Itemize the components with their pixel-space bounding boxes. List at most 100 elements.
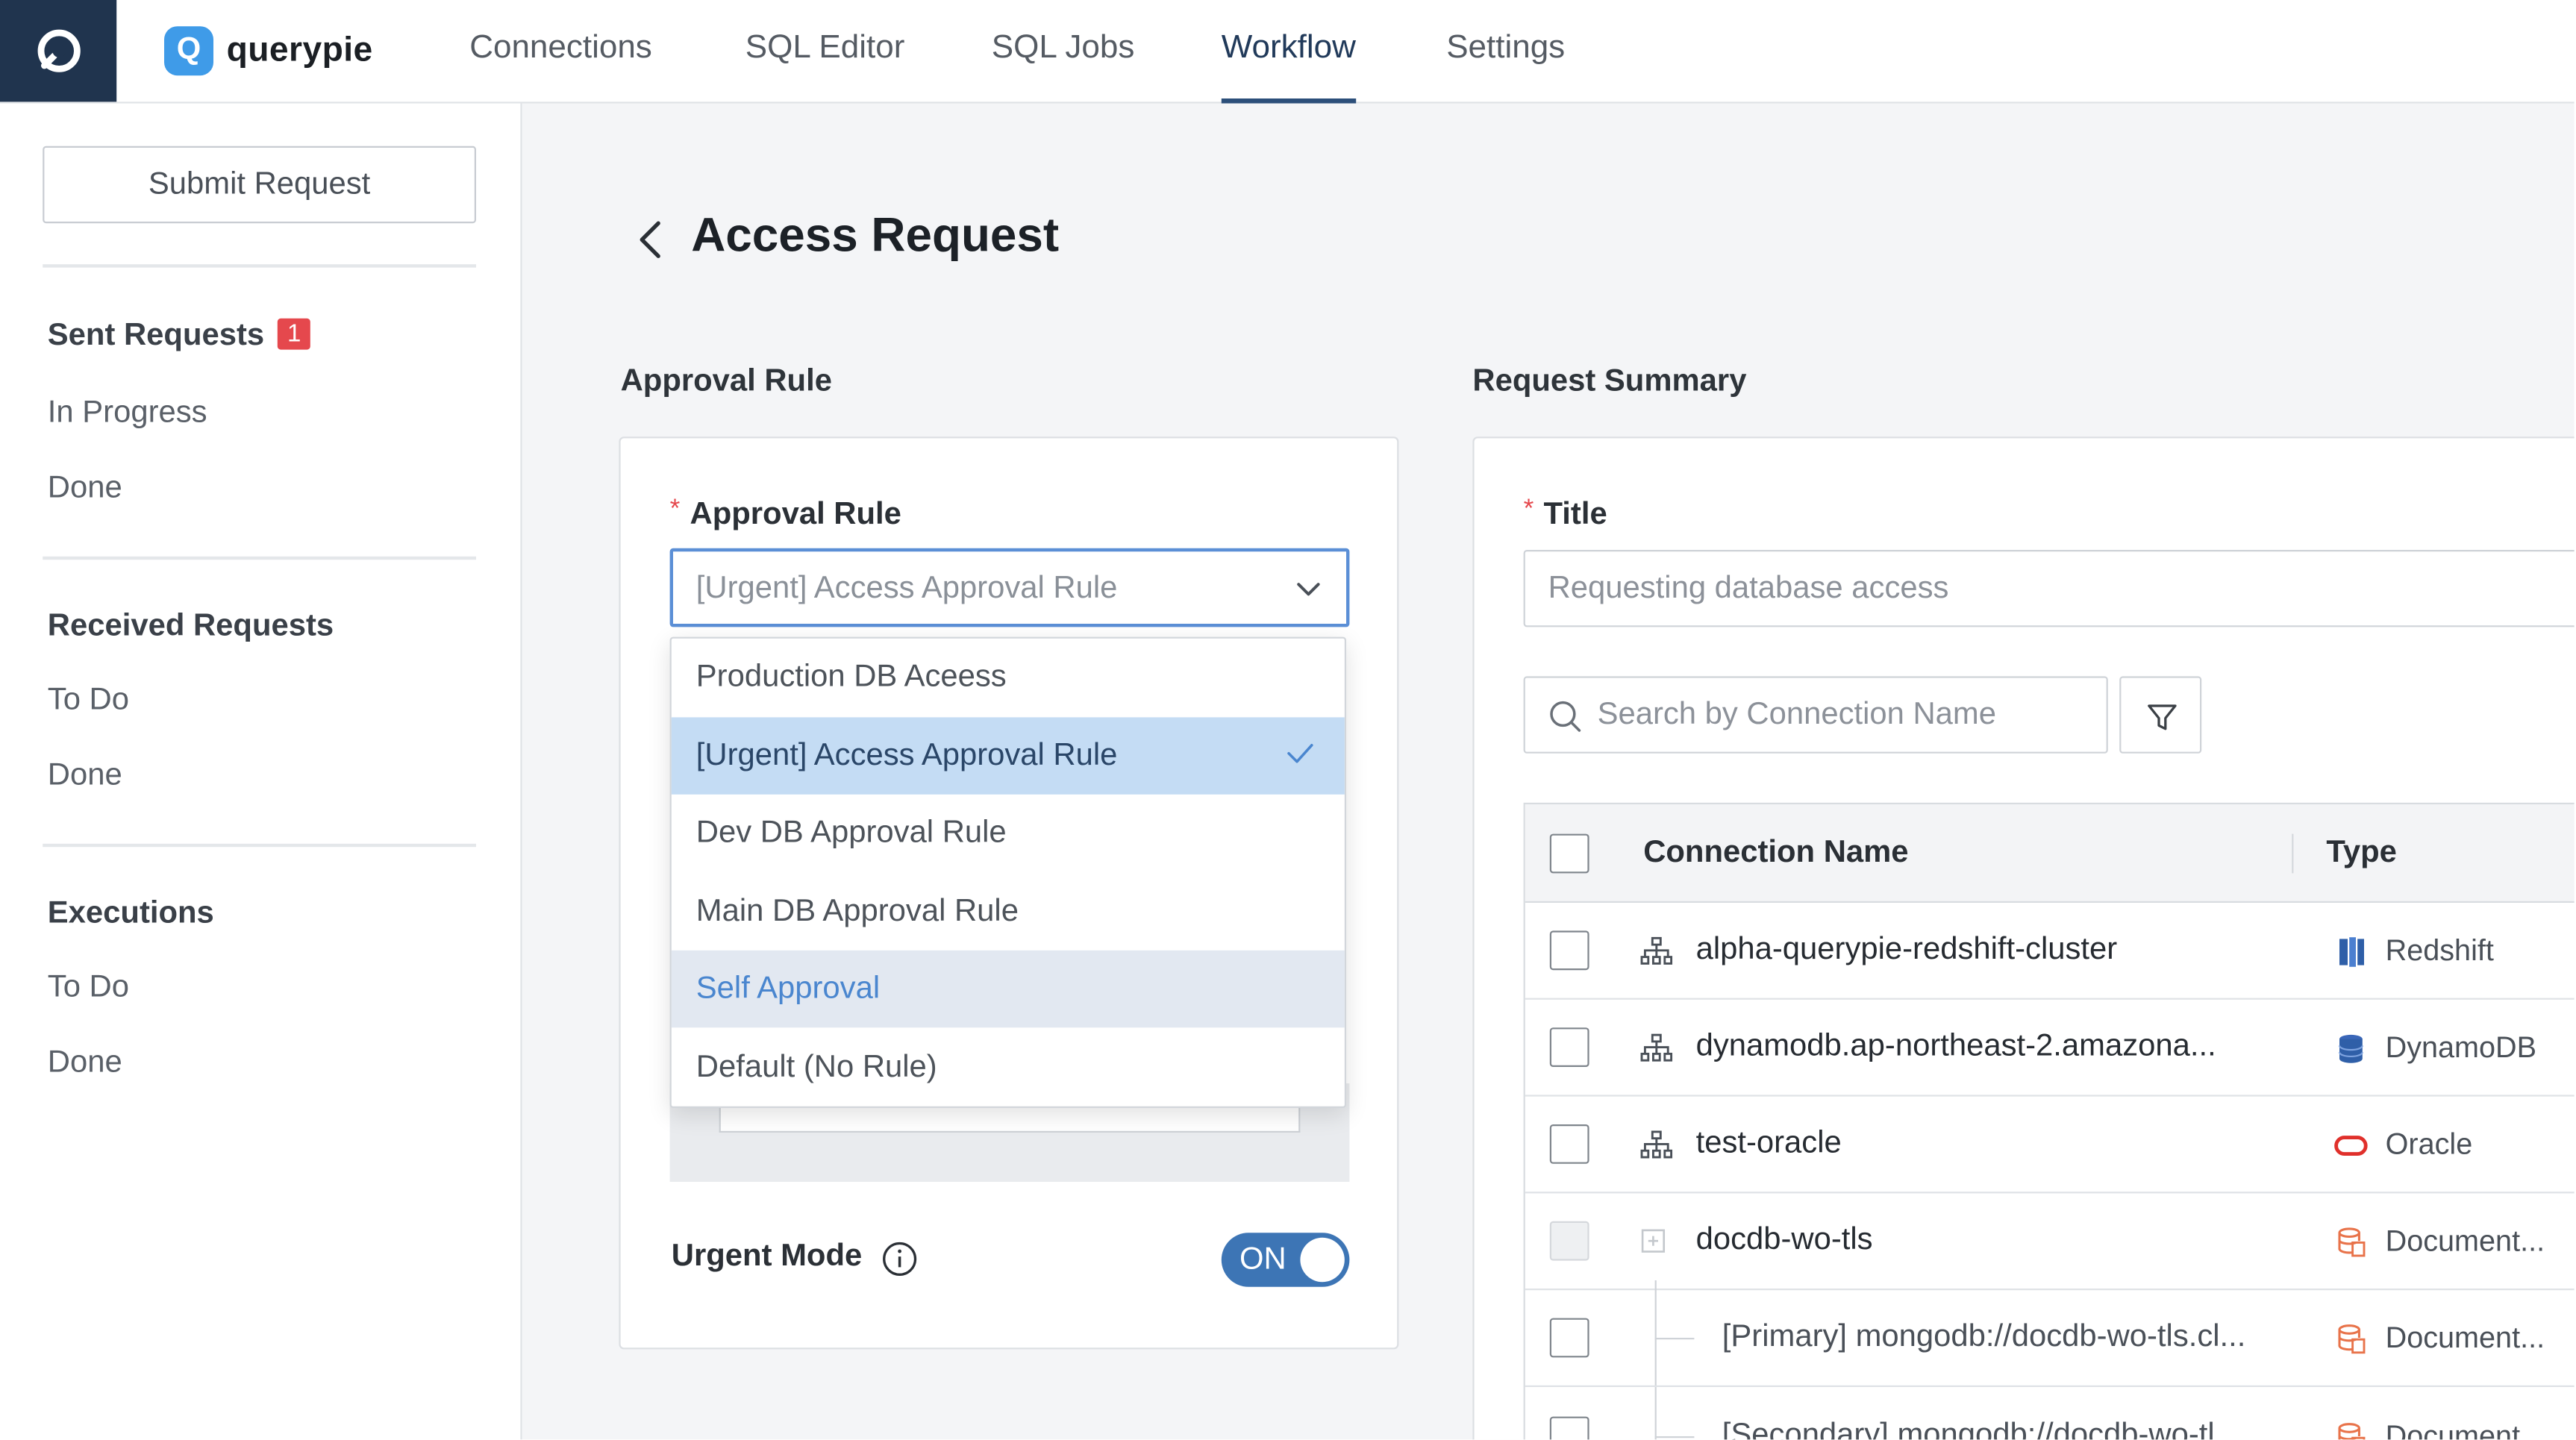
connection-name: test-oracle — [1695, 1126, 1842, 1161]
table-row[interactable]: [Secondary] mongodb://docdb-wo-tl... Doc… — [1525, 1389, 2575, 1440]
connection-name: alpha-querypie-redshift-cluster — [1695, 932, 2118, 967]
info-icon[interactable] — [881, 1241, 917, 1277]
sidebar-divider — [43, 556, 476, 560]
tree-connector-line — [1654, 1338, 1695, 1340]
expand-tree-icon[interactable] — [1640, 1228, 1666, 1254]
row-checkbox[interactable] — [1549, 1318, 1589, 1358]
table-row[interactable]: test-oracle Oracle — [1525, 1097, 2575, 1194]
required-mark: * — [669, 495, 681, 524]
sidebar-divider — [43, 264, 476, 268]
dropdown-option[interactable]: Default (No Rule) — [672, 1029, 1345, 1106]
dynamodb-icon — [2338, 1034, 2363, 1063]
request-summary-section-label: Request Summary — [1472, 364, 1747, 399]
connection-type: DynamoDB — [2385, 1030, 2537, 1064]
connection-search-box[interactable] — [1523, 676, 2108, 754]
urgent-mode-label: Urgent Mode — [671, 1239, 863, 1274]
filter-button[interactable] — [2119, 676, 2202, 754]
nav-tab-settings[interactable]: Settings — [1446, 30, 1565, 104]
redshift-icon — [2339, 937, 2364, 967]
sent-requests-label: Sent Requests — [47, 318, 265, 353]
table-row[interactable]: docdb-wo-tls Document... — [1525, 1193, 2575, 1291]
brand-logo[interactable]: Q querypie — [164, 26, 373, 76]
sidebar-item-received-to-do[interactable]: To Do — [48, 683, 129, 719]
row-checkbox[interactable] — [1549, 1124, 1589, 1164]
row-checkbox[interactable] — [1549, 1416, 1589, 1440]
connection-type: Document... — [2385, 1224, 2545, 1258]
urgent-mode-toggle[interactable]: ON — [1221, 1233, 1350, 1287]
querypie-logo-icon: Q — [164, 26, 213, 76]
workflow-sidebar: Submit Request Sent Requests 1 In Progres… — [0, 103, 522, 1440]
connection-name: [Secondary] mongodb://docdb-wo-tl... — [1722, 1418, 2241, 1440]
executions-heading: Executions — [47, 896, 214, 931]
row-checkbox[interactable] — [1549, 930, 1589, 971]
documentdb-icon — [2338, 1423, 2366, 1440]
approval-rule-select[interactable]: [Urgent] Access Approval Rule — [669, 548, 1350, 627]
approval-rule-dropdown-menu: Production DB Aceess [Urgent] Access App… — [669, 636, 1346, 1108]
connection-type: Document... — [2385, 1420, 2545, 1440]
cluster-icon — [1640, 936, 1673, 965]
row-checkbox[interactable] — [1549, 1027, 1589, 1067]
sidebar-item-executions-to-do[interactable]: To Do — [48, 970, 129, 1006]
title-field-text: Title — [1543, 497, 1607, 532]
filter-icon — [2148, 704, 2177, 730]
back-arrow-icon[interactable] — [634, 219, 666, 261]
connection-name: dynamodb.ap-northeast-2.amazona... — [1695, 1029, 2216, 1064]
received-requests-heading: Received Requests — [47, 609, 334, 644]
sidebar-divider — [43, 843, 476, 848]
dropdown-option[interactable]: Production DB Aceess — [672, 639, 1345, 716]
toggle-knob — [1300, 1237, 1345, 1283]
sidebar-item-sent-in-progress[interactable]: In Progress — [48, 395, 207, 431]
top-navigation-bar: Q querypie Connections SQL Editor SQL Jo… — [0, 0, 2575, 104]
connection-name: docdb-wo-tls — [1695, 1223, 1873, 1258]
brand-name: querypie — [226, 31, 373, 69]
sent-requests-count-badge: 1 — [277, 318, 311, 350]
connection-type: Redshift — [2385, 933, 2494, 967]
approval-rule-selected-value: [Urgent] Access Approval Rule — [695, 571, 1118, 606]
sidebar-item-received-done[interactable]: Done — [48, 758, 122, 794]
table-row[interactable]: alpha-querypie-redshift-cluster Redshift — [1525, 903, 2575, 1000]
documentdb-icon — [2338, 1227, 2366, 1257]
nav-tab-workflow[interactable]: Workflow — [1221, 30, 1356, 104]
approval-rule-section-label: Approval Rule — [620, 364, 832, 399]
dropdown-option-label: [Urgent] Access Approval Rule — [695, 739, 1118, 774]
row-checkbox-disabled — [1549, 1221, 1589, 1261]
table-row[interactable]: dynamodb.ap-northeast-2.amazona... Dynam… — [1525, 1000, 2575, 1097]
select-all-checkbox[interactable] — [1549, 833, 1589, 874]
app-window: Q querypie Connections SQL Editor SQL Jo… — [0, 0, 2575, 1440]
tree-connector-line — [1654, 1436, 1695, 1439]
submit-request-button[interactable]: Submit Request — [43, 145, 476, 224]
checkmark-icon — [1287, 744, 1313, 763]
column-header-connection-name[interactable]: Connection Name — [1643, 836, 1908, 871]
approval-rule-field-text: Approval Rule — [690, 497, 901, 532]
column-divider[interactable] — [2292, 833, 2294, 874]
connection-search-input[interactable] — [1597, 677, 2090, 752]
cluster-icon — [1640, 1033, 1673, 1062]
connection-type: Oracle — [2385, 1127, 2473, 1161]
chevron-down-icon — [1297, 583, 1320, 596]
dropdown-option[interactable]: Main DB Approval Rule — [672, 873, 1345, 950]
sent-requests-heading[interactable]: Sent Requests 1 — [47, 318, 311, 354]
app-switcher-icon[interactable] — [0, 0, 117, 102]
sidebar-item-executions-done[interactable]: Done — [48, 1045, 122, 1081]
dropdown-option-hovered[interactable]: Self Approval — [671, 950, 1345, 1028]
cluster-icon — [1640, 1130, 1673, 1159]
toggle-state-label: ON — [1239, 1242, 1287, 1277]
documentdb-icon — [2338, 1324, 2366, 1354]
nav-tab-sql-editor[interactable]: SQL Editor — [745, 30, 905, 104]
oracle-icon — [2334, 1136, 2368, 1156]
connection-type: Document... — [2385, 1321, 2545, 1354]
nav-tab-connections[interactable]: Connections — [469, 30, 652, 104]
sidebar-item-sent-done[interactable]: Done — [48, 471, 122, 507]
dropdown-option-selected[interactable]: [Urgent] Access Approval Rule — [671, 717, 1345, 795]
title-input[interactable] — [1523, 550, 2575, 627]
table-row[interactable]: [Primary] mongodb://docdb-wo-tls.cl... D… — [1525, 1290, 2575, 1387]
required-mark: * — [1523, 495, 1534, 524]
nav-tab-sql-jobs[interactable]: SQL Jobs — [992, 30, 1135, 104]
title-field-label: * Title — [1524, 495, 1607, 533]
search-icon — [1550, 701, 1581, 732]
connection-name: [Primary] mongodb://docdb-wo-tls.cl... — [1722, 1319, 2246, 1354]
column-header-type[interactable]: Type — [2326, 836, 2396, 871]
table-header: Connection Name Type — [1525, 804, 2575, 903]
dropdown-option[interactable]: Dev DB Approval Rule — [672, 795, 1345, 871]
page-title: Access Request — [691, 210, 1060, 263]
